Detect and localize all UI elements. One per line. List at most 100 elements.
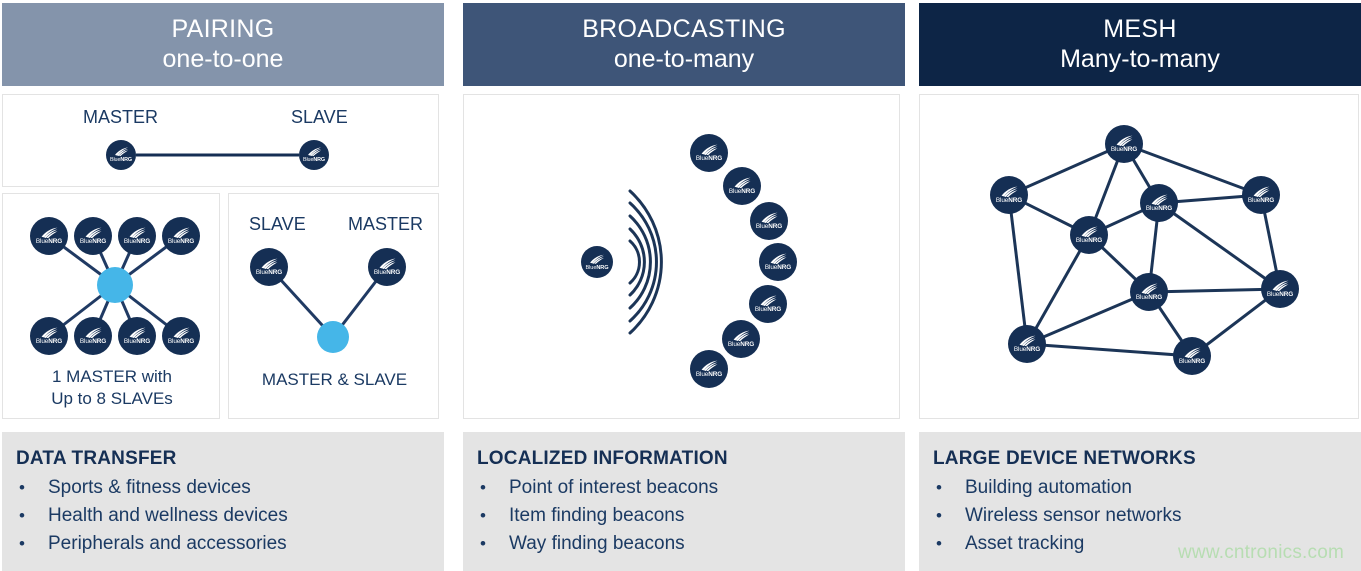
master-slave-caption: MASTER & SLAVE	[261, 370, 408, 389]
header-subtitle: one-to-many	[613, 45, 755, 73]
bottom-title: LARGE DEVICE NETWORKS	[933, 448, 1196, 469]
bluenrg-swoosh-icon	[173, 327, 189, 338]
list-item-label: Health and wellness devices	[48, 505, 288, 526]
node-receiver-6: BlueNRG	[722, 320, 760, 358]
node-brand-label: BlueNRG	[728, 188, 756, 195]
node-brand-label: BlueNRG	[585, 264, 609, 271]
node-brand-label: BlueNRG	[1110, 146, 1138, 153]
node-brand-label: BlueNRG	[695, 371, 723, 378]
hub-master-node	[97, 267, 133, 303]
infographic-page: PAIRING one-to-one MASTER SLAVE BlueNRG	[0, 0, 1361, 571]
node-brand-label: BlueNRG	[1013, 346, 1041, 353]
label-master: MASTER	[83, 107, 159, 127]
bullet-icon: •	[936, 506, 942, 525]
bluenrg-swoosh-icon	[85, 227, 101, 238]
node-brand-label: BlueNRG	[1247, 197, 1275, 204]
header-mesh: MESH Many-to-many	[919, 3, 1361, 86]
bluenrg-swoosh-icon	[261, 258, 277, 269]
column-mesh: MESH Many-to-many BlueNRG BlueNRG BlueNRG B…	[919, 0, 1361, 571]
node-brand-label: BlueNRG	[123, 238, 151, 245]
bottom-title: LOCALIZED INFORMATION	[477, 448, 728, 469]
node-brand-label: BlueNRG	[1266, 291, 1294, 298]
node-brand-label: BlueNRG	[755, 223, 783, 230]
node-master-peer: BlueNRG	[368, 248, 406, 286]
node-brand-label: BlueNRG	[167, 238, 195, 245]
node-brand-label: BlueNRG	[35, 338, 63, 345]
broadcasting-diagram: BlueNRG BlueNRG BlueNRG BlueNRG BlueNRG …	[463, 94, 900, 419]
bluenrg-swoosh-icon	[129, 227, 145, 238]
bullet-icon: •	[936, 478, 942, 497]
node-brand-label: BlueNRG	[1135, 294, 1163, 301]
bluenrg-swoosh-icon	[41, 227, 57, 238]
column-broadcasting: BROADCASTING one-to-many BlueNRG BlueNRG…	[463, 0, 905, 571]
bottom-panel-localized-information: LOCALIZED INFORMATION • Point of interes…	[463, 432, 905, 571]
node-slave-8: BlueNRG	[162, 317, 200, 355]
bluenrg-swoosh-icon	[114, 147, 128, 156]
bluenrg-swoosh-icon	[1151, 194, 1167, 205]
bluenrg-swoosh-icon	[1001, 186, 1017, 197]
hub-master-slave-node	[317, 321, 349, 353]
star-caption-line1: 1 MASTER with	[52, 367, 172, 386]
node-slave-4: BlueNRG	[162, 217, 200, 255]
bluenrg-swoosh-icon	[1253, 186, 1269, 197]
node-brand-label: BlueNRG	[727, 341, 755, 348]
node-mesh-center-mid: BlueNRG	[1070, 216, 1108, 254]
bluenrg-swoosh-icon	[173, 227, 189, 238]
node-brand-label: BlueNRG	[754, 306, 782, 313]
node-brand-label: BlueNRG	[79, 238, 107, 245]
bottom-title: DATA TRANSFER	[16, 448, 177, 469]
header-subtitle: one-to-one	[162, 45, 284, 73]
bluenrg-swoosh-icon	[307, 147, 321, 156]
list-item-label: Peripherals and accessories	[48, 533, 287, 554]
list-item: • Health and wellness devices	[16, 502, 444, 530]
node-slave: BlueNRG	[299, 140, 329, 170]
node-mesh-top: BlueNRG	[1105, 125, 1143, 163]
watermark: www.cntronics.com	[1178, 542, 1344, 563]
list-item-label: Way finding beacons	[509, 533, 685, 554]
node-brand-label: BlueNRG	[764, 264, 792, 271]
bluenrg-swoosh-icon	[770, 253, 786, 264]
bluenrg-swoosh-icon	[1019, 335, 1035, 346]
node-brand-label: BlueNRG	[109, 157, 133, 163]
list-item: • Item finding beacons	[477, 502, 905, 530]
node-brand-label: BlueNRG	[695, 155, 723, 162]
node-receiver-4: BlueNRG	[759, 243, 797, 281]
node-brand-label: BlueNRG	[79, 338, 107, 345]
mesh-diagram: BlueNRG BlueNRG BlueNRG BlueNRG BlueNRG BlueN…	[919, 94, 1359, 419]
node-receiver-7: BlueNRG	[690, 350, 728, 388]
list-item: • Peripherals and accessories	[16, 530, 444, 558]
bluenrg-swoosh-icon	[761, 212, 777, 223]
list-item-label: Point of interest beacons	[509, 477, 719, 498]
header-subtitle: Many-to-many	[1060, 45, 1220, 73]
pairing-top-edges	[136, 153, 299, 157]
node-slave-6: BlueNRG	[74, 317, 112, 355]
node-mesh-center-up: BlueNRG	[1140, 184, 1178, 222]
node-brand-label: BlueNRG	[123, 338, 151, 345]
bluenrg-swoosh-icon	[733, 330, 749, 341]
bluenrg-swoosh-icon	[129, 327, 145, 338]
bluenrg-swoosh-icon	[1184, 347, 1200, 358]
node-brand-label: BlueNRG	[35, 238, 63, 245]
label-slave-2: SLAVE	[249, 214, 306, 234]
node-brand-label: BlueNRG	[1178, 358, 1206, 365]
bullet-icon: •	[480, 506, 486, 525]
node-slave-peer: BlueNRG	[250, 248, 288, 286]
node-receiver-5: BlueNRG	[749, 285, 787, 323]
node-slave-7: BlueNRG	[118, 317, 156, 355]
node-mesh-bottom: BlueNRG	[1173, 337, 1211, 375]
master-slave-diagram: SLAVE MASTER BlueNRG BlueNRG MASTER & SL…	[228, 193, 439, 419]
bullet-icon: •	[19, 478, 25, 497]
bluenrg-swoosh-icon	[701, 360, 717, 371]
bullet-icon: •	[936, 534, 942, 553]
list-item-label: Item finding beacons	[509, 505, 685, 526]
bluenrg-swoosh-icon	[41, 327, 57, 338]
bluenrg-swoosh-icon	[1081, 226, 1097, 237]
bullet-icon: •	[480, 478, 486, 497]
bluenrg-swoosh-icon	[1141, 283, 1157, 294]
list-item-label: Sports & fitness devices	[48, 477, 251, 498]
node-brand-label: BlueNRG	[302, 157, 326, 163]
node-brand-label: BlueNRG	[995, 197, 1023, 204]
node-slave-1: BlueNRG	[30, 217, 68, 255]
list-item: • Point of interest beacons	[477, 474, 905, 502]
bullet-icon: •	[19, 534, 25, 553]
